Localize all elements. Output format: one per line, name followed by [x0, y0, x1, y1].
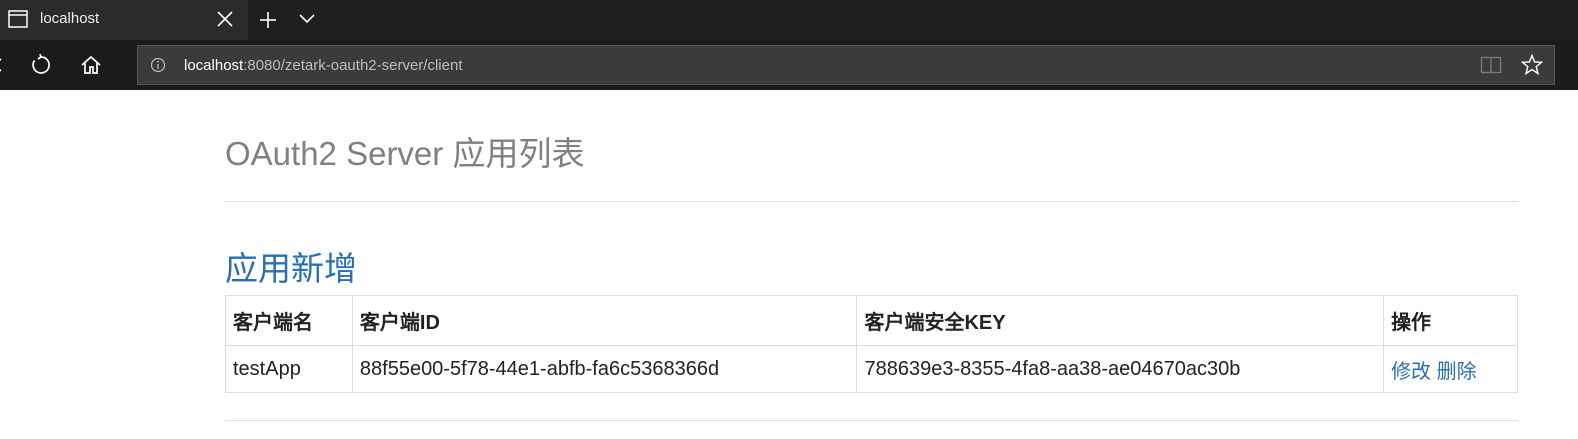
page-title: OAuth2 Server 应用列表: [225, 135, 585, 172]
cell-actions: 修改 删除: [1383, 345, 1518, 393]
reading-view-icon[interactable]: [1480, 56, 1502, 79]
column-header-actions: 操作: [1383, 295, 1518, 346]
plus-icon[interactable]: [258, 10, 278, 35]
close-icon[interactable]: [216, 10, 234, 33]
tab-bar: localhost: [0, 0, 1578, 40]
table-header-row: 客户端名 客户端ID 客户端安全KEY 操作: [225, 295, 1518, 346]
tab-page-icon: [8, 10, 28, 33]
url-path: :8080/zetark-oauth2-server/client: [243, 57, 463, 74]
divider: [225, 201, 1518, 202]
table-row: testApp 88f55e00-5f78-44e1-abfb-fa6c5368…: [225, 345, 1518, 393]
divider-bottom: [225, 420, 1518, 421]
edit-link[interactable]: 修改: [1391, 361, 1431, 383]
address-bar[interactable]: localhost:8080/zetark-oauth2-server/clie…: [137, 45, 1555, 85]
add-application-link[interactable]: 应用新增: [225, 242, 357, 290]
cell-client-name: testApp: [225, 345, 353, 393]
refresh-icon[interactable]: [30, 53, 52, 81]
column-header-client-id: 客户端ID: [351, 295, 858, 346]
delete-link[interactable]: 删除: [1437, 361, 1477, 383]
column-header-client-name: 客户端名: [225, 295, 353, 346]
info-icon[interactable]: [150, 57, 166, 78]
client-table: 客户端名 客户端ID 客户端安全KEY 操作 testApp 88f55e00-…: [225, 295, 1518, 393]
cell-client-id: 88f55e00-5f78-44e1-abfb-fa6c5368366d: [351, 345, 858, 393]
chevron-down-icon[interactable]: [298, 12, 316, 31]
navigation-bar: localhost:8080/zetark-oauth2-server/clie…: [0, 40, 1578, 90]
star-icon[interactable]: [1520, 53, 1544, 81]
column-header-client-secret: 客户端安全KEY: [856, 295, 1385, 346]
tab-localhost[interactable]: localhost: [0, 0, 248, 40]
url-host: localhost: [184, 57, 244, 74]
cell-client-secret: 788639e3-8355-4fa8-aa38-ae04670ac30b: [856, 345, 1385, 393]
url-text[interactable]: localhost:8080/zetark-oauth2-server/clie…: [184, 57, 462, 74]
tab-title: localhost: [40, 10, 100, 27]
home-icon[interactable]: [80, 54, 102, 81]
back-icon[interactable]: [0, 58, 2, 72]
